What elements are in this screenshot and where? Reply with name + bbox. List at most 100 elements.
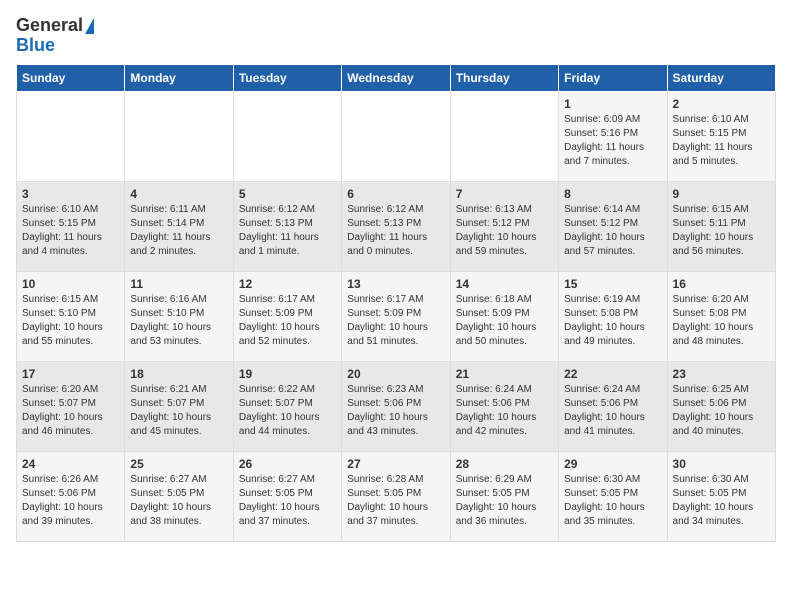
- day-number: 10: [22, 277, 119, 291]
- day-number: 16: [673, 277, 770, 291]
- day-number: 13: [347, 277, 444, 291]
- day-number: 21: [456, 367, 553, 381]
- day-number: 2: [673, 97, 770, 111]
- day-cell: 8 Sunrise: 6:14 AMSunset: 5:12 PMDaylight…: [559, 181, 667, 271]
- day-cell: 4Sunrise: 6:11 AMSunset: 5:14 PMDaylight…: [125, 181, 233, 271]
- day-content: Sunrise: 6:28 AMSunset: 5:05 PMDaylight:…: [347, 473, 444, 529]
- day-number: 20: [347, 367, 444, 381]
- day-content: Sunrise: 6:16 AMSunset: 5:10 PMDaylight:…: [130, 293, 227, 349]
- day-cell: 10 Sunrise: 6:15 AMSunset: 5:10 PMDayligh…: [17, 271, 125, 361]
- week-row-4: 17 Sunrise: 6:20 AMSunset: 5:07 PMDayligh…: [17, 361, 776, 451]
- day-number: 14: [456, 277, 553, 291]
- day-content: Sunrise: 6:23 AMSunset: 5:06 PMDaylight:…: [347, 383, 444, 439]
- day-cell: 27 Sunrise: 6:28 AMSunset: 5:05 PMDayligh…: [342, 451, 450, 541]
- day-cell: 29 Sunrise: 6:30 AMSunset: 5:05 PMDayligh…: [559, 451, 667, 541]
- day-number: 5: [239, 187, 336, 201]
- day-cell: 23 Sunrise: 6:25 AMSunset: 5:06 PMDayligh…: [667, 361, 775, 451]
- day-number: 3: [22, 187, 119, 201]
- day-content: Sunrise: 6:11 AMSunset: 5:14 PMDaylight:…: [130, 203, 227, 259]
- day-content: Sunrise: 6:29 AMSunset: 5:05 PMDaylight:…: [456, 473, 553, 529]
- day-number: 30: [673, 457, 770, 471]
- day-cell: 28 Sunrise: 6:29 AMSunset: 5:05 PMDayligh…: [450, 451, 558, 541]
- day-content: Sunrise: 6:20 AMSunset: 5:07 PMDaylight:…: [22, 383, 119, 439]
- day-number: 7: [456, 187, 553, 201]
- page-header: General Blue: [16, 16, 776, 56]
- week-row-3: 10 Sunrise: 6:15 AMSunset: 5:10 PMDayligh…: [17, 271, 776, 361]
- day-cell: 15 Sunrise: 6:19 AMSunset: 5:08 PMDayligh…: [559, 271, 667, 361]
- day-content: Sunrise: 6:17 AMSunset: 5:09 PMDaylight:…: [239, 293, 336, 349]
- header-day-tuesday: Tuesday: [233, 64, 341, 91]
- day-cell: 17 Sunrise: 6:20 AMSunset: 5:07 PMDayligh…: [17, 361, 125, 451]
- day-content: Sunrise: 6:27 AMSunset: 5:05 PMDaylight:…: [239, 473, 336, 529]
- week-row-1: 1Sunrise: 6:09 AMSunset: 5:16 PMDaylight…: [17, 91, 776, 181]
- day-content: Sunrise: 6:18 AMSunset: 5:09 PMDaylight:…: [456, 293, 553, 349]
- day-content: Sunrise: 6:15 AMSunset: 5:11 PMDaylight:…: [673, 203, 770, 259]
- day-cell: [342, 91, 450, 181]
- header-day-sunday: Sunday: [17, 64, 125, 91]
- day-number: 18: [130, 367, 227, 381]
- week-row-2: 3 Sunrise: 6:10 AMSunset: 5:15 PMDaylight…: [17, 181, 776, 271]
- day-number: 8: [564, 187, 661, 201]
- day-content: Sunrise: 6:17 AMSunset: 5:09 PMDaylight:…: [347, 293, 444, 349]
- day-number: 17: [22, 367, 119, 381]
- header-day-saturday: Saturday: [667, 64, 775, 91]
- day-number: 29: [564, 457, 661, 471]
- day-number: 28: [456, 457, 553, 471]
- day-number: 19: [239, 367, 336, 381]
- calendar-table: SundayMondayTuesdayWednesdayThursdayFrid…: [16, 64, 776, 542]
- day-cell: 16 Sunrise: 6:20 AMSunset: 5:08 PMDayligh…: [667, 271, 775, 361]
- day-number: 9: [673, 187, 770, 201]
- week-row-5: 24Sunrise: 6:26 AMSunset: 5:06 PMDayligh…: [17, 451, 776, 541]
- day-cell: [233, 91, 341, 181]
- day-cell: 3 Sunrise: 6:10 AMSunset: 5:15 PMDaylight…: [17, 181, 125, 271]
- header-row: SundayMondayTuesdayWednesdayThursdayFrid…: [17, 64, 776, 91]
- day-content: Sunrise: 6:22 AMSunset: 5:07 PMDaylight:…: [239, 383, 336, 439]
- header-day-monday: Monday: [125, 64, 233, 91]
- day-number: 27: [347, 457, 444, 471]
- day-cell: 26 Sunrise: 6:27 AMSunset: 5:05 PMDayligh…: [233, 451, 341, 541]
- day-content: Sunrise: 6:25 AMSunset: 5:06 PMDaylight:…: [673, 383, 770, 439]
- day-number: 25: [130, 457, 227, 471]
- day-content: Sunrise: 6:14 AMSunset: 5:12 PMDaylight:…: [564, 203, 661, 259]
- day-content: Sunrise: 6:24 AMSunset: 5:06 PMDaylight:…: [456, 383, 553, 439]
- day-cell: 11Sunrise: 6:16 AMSunset: 5:10 PMDayligh…: [125, 271, 233, 361]
- day-number: 26: [239, 457, 336, 471]
- day-number: 12: [239, 277, 336, 291]
- day-content: Sunrise: 6:15 AMSunset: 5:10 PMDaylight:…: [22, 293, 119, 349]
- day-content: Sunrise: 6:21 AMSunset: 5:07 PMDaylight:…: [130, 383, 227, 439]
- day-content: Sunrise: 6:24 AMSunset: 5:06 PMDaylight:…: [564, 383, 661, 439]
- calendar-body: 1Sunrise: 6:09 AMSunset: 5:16 PMDaylight…: [17, 91, 776, 541]
- day-cell: [450, 91, 558, 181]
- day-cell: 14 Sunrise: 6:18 AMSunset: 5:09 PMDayligh…: [450, 271, 558, 361]
- day-cell: 30 Sunrise: 6:30 AMSunset: 5:05 PMDayligh…: [667, 451, 775, 541]
- day-content: Sunrise: 6:19 AMSunset: 5:08 PMDaylight:…: [564, 293, 661, 349]
- day-cell: 2 Sunrise: 6:10 AMSunset: 5:15 PMDaylight…: [667, 91, 775, 181]
- day-cell: 6Sunrise: 6:12 AMSunset: 5:13 PMDaylight…: [342, 181, 450, 271]
- day-content: Sunrise: 6:30 AMSunset: 5:05 PMDaylight:…: [673, 473, 770, 529]
- day-number: 23: [673, 367, 770, 381]
- day-content: Sunrise: 6:30 AMSunset: 5:05 PMDaylight:…: [564, 473, 661, 529]
- day-number: 22: [564, 367, 661, 381]
- day-cell: 13 Sunrise: 6:17 AMSunset: 5:09 PMDayligh…: [342, 271, 450, 361]
- day-cell: 18 Sunrise: 6:21 AMSunset: 5:07 PMDayligh…: [125, 361, 233, 451]
- day-cell: 22 Sunrise: 6:24 AMSunset: 5:06 PMDayligh…: [559, 361, 667, 451]
- logo: General Blue: [16, 16, 95, 56]
- day-content: Sunrise: 6:10 AMSunset: 5:15 PMDaylight:…: [22, 203, 119, 259]
- header-day-thursday: Thursday: [450, 64, 558, 91]
- day-cell: [125, 91, 233, 181]
- logo-blue-text: Blue: [16, 35, 55, 55]
- day-cell: 24Sunrise: 6:26 AMSunset: 5:06 PMDayligh…: [17, 451, 125, 541]
- day-number: 15: [564, 277, 661, 291]
- day-number: 6: [347, 187, 444, 201]
- day-cell: 20 Sunrise: 6:23 AMSunset: 5:06 PMDayligh…: [342, 361, 450, 451]
- day-cell: 19 Sunrise: 6:22 AMSunset: 5:07 PMDayligh…: [233, 361, 341, 451]
- day-cell: 5Sunrise: 6:12 AMSunset: 5:13 PMDaylight…: [233, 181, 341, 271]
- day-cell: 21 Sunrise: 6:24 AMSunset: 5:06 PMDayligh…: [450, 361, 558, 451]
- header-day-wednesday: Wednesday: [342, 64, 450, 91]
- day-content: Sunrise: 6:20 AMSunset: 5:08 PMDaylight:…: [673, 293, 770, 349]
- day-content: Sunrise: 6:10 AMSunset: 5:15 PMDaylight:…: [673, 113, 770, 169]
- day-cell: 1Sunrise: 6:09 AMSunset: 5:16 PMDaylight…: [559, 91, 667, 181]
- calendar-header: SundayMondayTuesdayWednesdayThursdayFrid…: [17, 64, 776, 91]
- day-cell: 12 Sunrise: 6:17 AMSunset: 5:09 PMDayligh…: [233, 271, 341, 361]
- day-cell: 9 Sunrise: 6:15 AMSunset: 5:11 PMDaylight…: [667, 181, 775, 271]
